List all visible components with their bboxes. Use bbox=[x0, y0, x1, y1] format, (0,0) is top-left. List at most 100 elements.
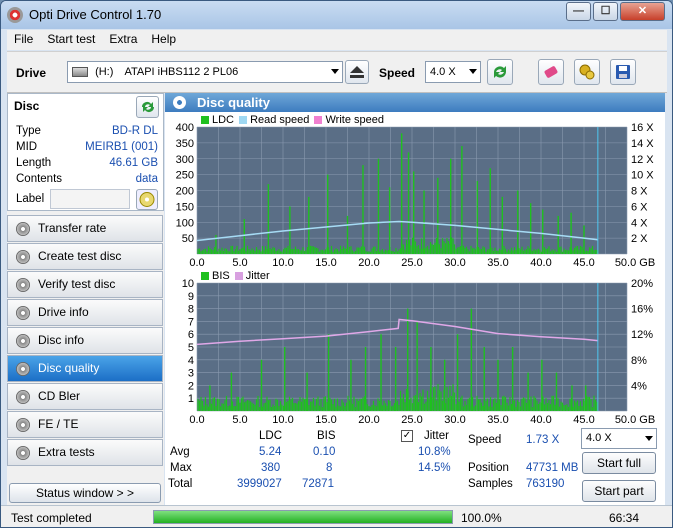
col-ldc: LDC bbox=[259, 430, 283, 442]
nav-create-test-disc[interactable]: Create test disc bbox=[7, 243, 163, 270]
speed-stat-label: Speed bbox=[468, 434, 502, 446]
nav-label: CD Bler bbox=[38, 389, 81, 403]
x-tick-label: 5.0 bbox=[232, 257, 247, 268]
col-bis: BIS bbox=[317, 430, 336, 442]
x-tick-label: 10.0 bbox=[272, 414, 293, 425]
drive-select[interactable]: (H:) ATAPI iHBS112 2 PL06 bbox=[67, 61, 343, 83]
drive-letter: (H:) bbox=[95, 66, 114, 78]
nav-disc-quality[interactable]: Disc quality bbox=[7, 355, 163, 382]
disc-icon bbox=[16, 390, 30, 404]
y-tick-label: 100 bbox=[176, 217, 194, 229]
floppy-icon bbox=[616, 65, 630, 79]
max-ldc: 380 bbox=[261, 462, 281, 474]
position-value: 47731 MB bbox=[526, 462, 579, 474]
y2-tick-label: 10 X bbox=[631, 170, 654, 182]
left-panel: Disc Type BD-R DL MID MEIRB1 (001) Length 4… bbox=[7, 93, 164, 505]
disc-icon bbox=[139, 192, 155, 207]
y-tick-label: 2 bbox=[188, 380, 194, 392]
progress-fill bbox=[154, 511, 452, 523]
total-label: Total bbox=[168, 478, 193, 490]
disc-label-button[interactable] bbox=[136, 189, 158, 210]
maximize-button[interactable]: ☐ bbox=[593, 2, 618, 21]
x-tick-label: 35.0 bbox=[487, 414, 508, 425]
chevron-down-icon bbox=[469, 69, 477, 74]
drive-value: ATAPI iHBS112 2 PL06 bbox=[124, 66, 239, 78]
eject-icon bbox=[350, 66, 364, 78]
nav-label: Disc info bbox=[38, 333, 85, 347]
menu-help[interactable]: Help bbox=[144, 30, 183, 48]
nav-label: Extra tests bbox=[38, 445, 95, 459]
menu-start-test[interactable]: Start test bbox=[40, 30, 102, 48]
nav-verify-test-disc[interactable]: Verify test disc bbox=[7, 271, 163, 298]
disc-info-box: Disc Type BD-R DL MID MEIRB1 (001) Length 4… bbox=[7, 93, 164, 211]
max-jitter: 14.5% bbox=[418, 462, 451, 474]
save-button[interactable] bbox=[610, 59, 636, 85]
jitter-checkbox[interactable]: ✓ bbox=[401, 430, 413, 442]
y2-tick-label: 16 X bbox=[631, 123, 654, 134]
avg-label: Avg bbox=[170, 446, 190, 458]
status-window-button[interactable]: Status window > > bbox=[9, 483, 161, 503]
x-tick-label: 45.0 bbox=[573, 414, 594, 425]
nav-cd-bler[interactable]: CD Bler bbox=[7, 383, 163, 410]
erase-button[interactable] bbox=[538, 59, 564, 85]
eraser-icon bbox=[544, 66, 558, 78]
test-speed-value: 4.0 X bbox=[586, 432, 612, 444]
drive-icon bbox=[72, 67, 88, 78]
y2-tick-label: 12% bbox=[631, 329, 653, 341]
x-tick-label: 25.0 bbox=[401, 414, 422, 425]
avg-jitter: 10.8% bbox=[418, 446, 451, 458]
avg-bis: 0.10 bbox=[313, 446, 336, 458]
window-title: Opti Drive Control 1.70 bbox=[29, 7, 162, 22]
y2-tick-label: 12 X bbox=[631, 154, 654, 166]
x-tick-label: 0.0 bbox=[189, 257, 204, 268]
y-tick-label: 7 bbox=[188, 316, 194, 328]
test-speed-select[interactable]: 4.0 X bbox=[581, 428, 657, 449]
elapsed-time: 66:34 bbox=[609, 511, 640, 525]
samples-value: 763190 bbox=[526, 478, 565, 490]
status-text: Test completed bbox=[11, 511, 92, 525]
close-button[interactable]: ✕ bbox=[620, 2, 665, 21]
main-panel: Disc quality LDC Read speed Write speed … bbox=[165, 93, 665, 505]
menu-extra[interactable]: Extra bbox=[102, 30, 144, 48]
nav-label: FE / TE bbox=[38, 417, 79, 431]
disc-quality-header: Disc quality bbox=[165, 93, 665, 112]
settings-button[interactable] bbox=[574, 59, 600, 85]
start-part-button[interactable]: Start part bbox=[582, 480, 656, 502]
nav-transfer-rate[interactable]: Transfer rate bbox=[7, 215, 163, 242]
y-tick-label: 8 bbox=[188, 304, 194, 316]
disc-icon bbox=[16, 250, 30, 264]
disc-icon bbox=[16, 446, 30, 460]
speed-select[interactable]: 4.0 X bbox=[425, 61, 481, 83]
start-full-button[interactable]: Start full bbox=[582, 452, 656, 474]
nav-fe-te[interactable]: FE / TE bbox=[7, 411, 163, 438]
y-tick-label: 50 bbox=[182, 233, 194, 245]
nav-label: Create test disc bbox=[38, 249, 122, 263]
nav-drive-info[interactable]: Drive info bbox=[7, 299, 163, 326]
ldc-chart: 400 350 300 250 200 150 100 50 16 X 14 X 12 X 10 X 8… bbox=[176, 123, 656, 268]
disc-icon bbox=[16, 362, 30, 376]
gears-icon bbox=[579, 64, 595, 80]
disc-quality-icon bbox=[173, 96, 186, 109]
y2-tick-label: 8 X bbox=[631, 186, 648, 198]
nav-extra-tests[interactable]: Extra tests bbox=[7, 439, 163, 466]
minimize-button[interactable]: — bbox=[566, 2, 591, 21]
refresh-icon bbox=[141, 102, 154, 112]
y-tick-label: 5 bbox=[188, 342, 194, 354]
disc-refresh-button[interactable] bbox=[136, 96, 159, 118]
drive-label: Drive bbox=[16, 66, 47, 80]
disc-icon bbox=[16, 418, 30, 432]
samples-label: Samples bbox=[468, 478, 513, 490]
disc-label-input[interactable] bbox=[50, 189, 130, 209]
x-tick-label: 50.0 GB bbox=[615, 414, 655, 425]
y-tick-label: 6 bbox=[188, 329, 194, 341]
main-title: Disc quality bbox=[197, 95, 270, 110]
nav-label: Disc quality bbox=[38, 361, 100, 375]
y-tick-label: 4 bbox=[188, 355, 194, 367]
menu-file[interactable]: File bbox=[7, 30, 40, 48]
x-tick-label: 45.0 bbox=[573, 257, 594, 268]
y-tick-label: 350 bbox=[176, 138, 194, 150]
x-tick-label: 30.0 bbox=[444, 257, 465, 268]
nav-disc-info[interactable]: Disc info bbox=[7, 327, 163, 354]
eject-button[interactable] bbox=[345, 60, 369, 84]
refresh-speed-button[interactable] bbox=[487, 59, 513, 85]
